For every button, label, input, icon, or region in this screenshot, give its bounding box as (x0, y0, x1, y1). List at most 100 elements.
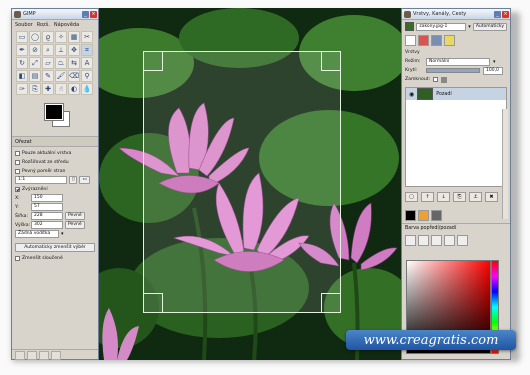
bucket-fill-icon[interactable]: ◧ (16, 70, 28, 82)
fixed-height-button[interactable]: Pevné (65, 221, 85, 229)
chevron-down-icon[interactable]: ▾ (468, 24, 471, 30)
minimize-icon[interactable]: _ (494, 10, 501, 18)
minimize-icon[interactable]: _ (82, 10, 89, 18)
option-shrink-merged[interactable]: Zmenšit sloučené (15, 254, 95, 262)
eraser-icon[interactable]: ⌫ (68, 70, 80, 82)
option-expand-center[interactable]: Rozšiřovat ze středu (15, 158, 95, 166)
measure-icon[interactable]: ⟂ (55, 44, 67, 56)
text-icon[interactable]: A (81, 57, 93, 69)
ratio-input[interactable]: 1:1 (15, 176, 67, 184)
tab-watercolor[interactable] (444, 235, 455, 246)
dodge-icon[interactable]: ◐ (68, 83, 80, 95)
opacity-slider[interactable] (426, 68, 480, 73)
tab-gradients[interactable] (431, 210, 442, 221)
heal-icon[interactable]: ✚ (42, 83, 54, 95)
close-icon[interactable]: × (502, 10, 509, 18)
tab-brushes[interactable] (444, 35, 455, 46)
paths-icon[interactable]: ✒ (16, 44, 28, 56)
checkbox[interactable] (15, 168, 20, 174)
checkbox[interactable] (15, 159, 20, 165)
layer-scrollbar[interactable] (502, 109, 508, 219)
rotate-icon[interactable]: ↻ (16, 57, 28, 69)
restore-options-icon[interactable] (27, 351, 37, 360)
x-input[interactable]: 150 (31, 194, 63, 202)
smudge-icon[interactable]: ☝ (55, 83, 67, 95)
y-input[interactable]: 57 (31, 203, 63, 211)
image-canvas[interactable] (99, 8, 401, 360)
tab-palette[interactable] (418, 210, 429, 221)
landscape-button[interactable]: ▭ (79, 176, 90, 184)
auto-shrink-button[interactable]: Automaticky zmenšit výběr (15, 243, 95, 252)
option-highlight[interactable]: Zvýraznění (15, 185, 95, 193)
crop-icon[interactable]: ⌗ (81, 44, 93, 56)
fixed-width-button[interactable]: Pevné (65, 212, 85, 220)
height-input[interactable]: 302 (31, 221, 63, 229)
rect-select-icon[interactable]: ▭ (16, 31, 28, 43)
crop-selection[interactable] (143, 51, 341, 313)
tab-channels[interactable] (418, 35, 429, 46)
tab-triangle[interactable] (431, 235, 442, 246)
airbrush-icon[interactable]: ⚲ (81, 70, 93, 82)
delete-layer-icon[interactable]: ✖ (485, 192, 498, 202)
auto-button[interactable]: Automaticky (472, 22, 507, 31)
lock-pixels-checkbox[interactable] (433, 77, 439, 82)
lock-alpha-icon[interactable] (441, 76, 448, 83)
duplicate-layer-icon[interactable]: ⎘ (453, 192, 466, 202)
raise-layer-icon[interactable]: ↑ (421, 192, 434, 202)
color-picker-icon[interactable]: ⊘ (29, 44, 41, 56)
option-current-layer[interactable]: Pouze aktuální vrstva (15, 149, 95, 157)
mode-select[interactable]: Normální (426, 57, 490, 66)
checkbox[interactable] (15, 150, 20, 156)
tab-gimp-selector[interactable] (405, 235, 416, 246)
eye-icon[interactable]: ◉ (409, 91, 414, 98)
tab-layers[interactable] (405, 35, 416, 46)
gradient-icon[interactable]: ▤ (29, 70, 41, 82)
pencil-icon[interactable]: ✎ (42, 70, 54, 82)
flip-icon[interactable]: ⇆ (68, 57, 80, 69)
zoom-icon[interactable]: ⌕ (42, 44, 54, 56)
crop-handle-top-left[interactable] (143, 51, 163, 71)
save-options-icon[interactable] (15, 351, 25, 360)
move-icon[interactable]: ✥ (68, 44, 80, 56)
menu-extensions[interactable]: Rozš. (37, 22, 50, 28)
lower-layer-icon[interactable]: ↓ (437, 192, 450, 202)
layer-row[interactable]: ◉ Pozadí (406, 88, 506, 100)
width-input[interactable]: 228 (31, 212, 63, 220)
checkbox[interactable] (15, 255, 20, 261)
tab-paths[interactable] (431, 35, 442, 46)
tab-scales[interactable] (457, 235, 468, 246)
scale-icon[interactable]: ⤢ (29, 57, 41, 69)
close-icon[interactable]: × (90, 10, 97, 18)
portrait-button[interactable]: ▯ (69, 176, 78, 184)
blur-icon[interactable]: 💧 (81, 83, 93, 95)
tab-fg-bg[interactable] (405, 210, 416, 221)
brush-icon[interactable]: 🖌 (55, 70, 67, 82)
image-select[interactable]: zakony.jpg-1 (416, 22, 467, 31)
chevron-down-icon[interactable]: ▾ (493, 59, 496, 65)
ellipse-select-icon[interactable]: ◯ (29, 31, 41, 43)
tab-cmyk[interactable] (418, 235, 429, 246)
crop-handle-top-right[interactable] (321, 51, 341, 71)
new-layer-icon[interactable]: ▢ (405, 192, 418, 202)
menu-help[interactable]: Nápověda (54, 22, 79, 28)
clone-icon[interactable]: ⎘ (29, 83, 41, 95)
scissors-icon[interactable]: ✂ (81, 31, 93, 43)
color-select-icon[interactable]: ▦ (68, 31, 80, 43)
crop-handle-bottom-right[interactable] (321, 293, 341, 313)
anchor-layer-icon[interactable]: ⚓ (469, 192, 482, 202)
shear-icon[interactable]: ▱ (42, 57, 54, 69)
fuzzy-select-icon[interactable]: ✧ (55, 31, 67, 43)
reset-options-icon[interactable] (51, 351, 61, 360)
perspective-icon[interactable]: ⏢ (55, 57, 67, 69)
checkbox-checked[interactable] (15, 186, 20, 192)
foreground-color-swatch[interactable] (44, 103, 64, 121)
lasso-icon[interactable]: ϱ (42, 31, 54, 43)
crop-handle-bottom-left[interactable] (143, 293, 163, 313)
ink-icon[interactable]: ✑ (16, 83, 28, 95)
chevron-down-icon[interactable]: ▾ (61, 231, 64, 237)
guides-select[interactable]: Žádná vodítka (15, 230, 59, 238)
opacity-input[interactable]: 100,0 (483, 66, 503, 75)
option-fixed-ratio[interactable]: Pevný poměr stran (15, 167, 95, 175)
menu-file[interactable]: Soubor (15, 22, 33, 28)
delete-options-icon[interactable] (39, 351, 49, 360)
